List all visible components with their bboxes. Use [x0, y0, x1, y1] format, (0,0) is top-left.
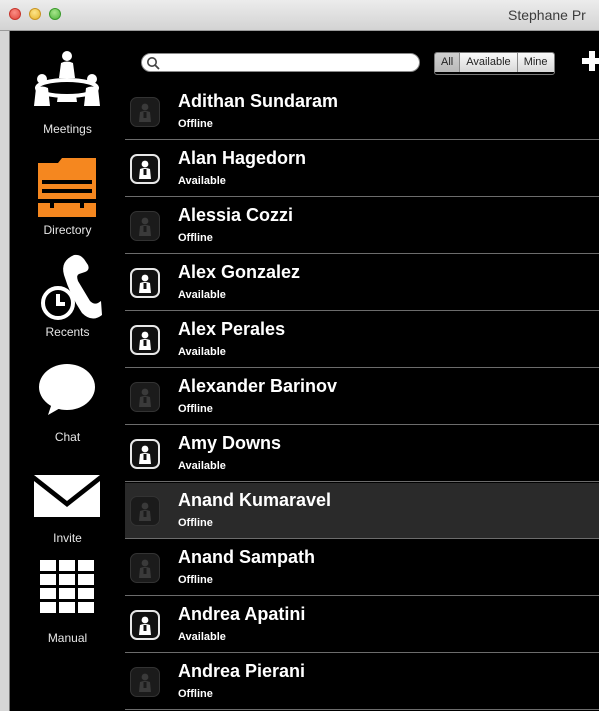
contact-status: Available [178, 289, 226, 301]
contact-avatar-icon [130, 97, 160, 127]
contact-avatar-icon [130, 268, 160, 298]
contact-row[interactable]: Andrea Pierani Offline [125, 654, 599, 710]
contact-status: Offline [178, 688, 213, 700]
contact-avatar-icon [130, 553, 160, 583]
directory-icon [32, 155, 102, 225]
sidebar: Meetings Directory Recents Chat Invite M… [10, 31, 125, 711]
contact-avatar-icon [130, 382, 160, 412]
filter-all-button[interactable]: All [435, 53, 461, 72]
filter-segmented-control: All Available Mine [434, 52, 555, 75]
contact-name: Alex Gonzalez [178, 262, 301, 282]
sidebar-item-recents[interactable]: Recents [10, 253, 125, 353]
contact-avatar-icon [130, 325, 160, 355]
contact-row[interactable]: Alex Gonzalez Available [125, 255, 599, 311]
plus-icon[interactable] [580, 49, 599, 73]
contact-status: Available [178, 460, 226, 472]
contact-name: Anand Kumaravel [178, 490, 332, 510]
contact-avatar-icon [130, 154, 160, 184]
sidebar-item-label: Invite [53, 531, 82, 545]
contact-name: Alan Hagedorn [178, 148, 307, 168]
contact-row[interactable]: Anand Sampath Offline [125, 540, 599, 596]
minimize-window-button[interactable] [29, 8, 41, 20]
contact-name: Alessia Cozzi [178, 205, 294, 225]
contact-status: Offline [178, 403, 213, 415]
contact-row[interactable]: Alexander Barinov Offline [125, 369, 599, 425]
contact-status: Available [178, 346, 226, 358]
contact-avatar-icon [130, 211, 160, 241]
search-input[interactable] [141, 53, 420, 72]
sidebar-item-label: Manual [47, 631, 88, 645]
sidebar-item-manual[interactable]: Manual [10, 557, 125, 657]
contact-status: Offline [178, 574, 213, 586]
contact-row[interactable]: Adithan Sundaram Offline [125, 84, 599, 140]
sidebar-item-label: Chat [54, 430, 81, 444]
contact-row[interactable]: Anand Kumaravel Offline [125, 483, 599, 539]
zoom-window-button[interactable] [49, 8, 61, 20]
sidebar-item-label: Meetings [43, 122, 92, 136]
contact-row[interactable]: Alan Hagedorn Available [125, 141, 599, 197]
contact-status: Offline [178, 517, 213, 529]
contact-avatar-icon [130, 496, 160, 526]
envelope-icon [32, 465, 102, 535]
contact-row[interactable]: Alex Perales Available [125, 312, 599, 368]
sidebar-item-label: Recents [45, 325, 90, 339]
close-window-button[interactable] [9, 8, 21, 20]
meetings-icon [32, 46, 102, 116]
filter-mine-button[interactable]: Mine [517, 53, 554, 72]
contact-name: Adithan Sundaram [178, 91, 339, 111]
contact-avatar-icon [130, 439, 160, 469]
contact-name: Alexander Barinov [178, 376, 338, 396]
recents-icon [32, 253, 102, 323]
title-bar: Stephane Pr [0, 0, 599, 31]
contact-row[interactable]: Amy Downs Available [125, 426, 599, 482]
chat-icon [32, 361, 102, 431]
contact-row[interactable]: Andrea Apatini Available [125, 597, 599, 653]
app-window: Stephane Pr Meetings Directory Recents C… [0, 0, 599, 711]
sidebar-item-chat[interactable]: Chat [10, 361, 125, 461]
search-icon [147, 57, 160, 70]
contact-name: Amy Downs [178, 433, 282, 453]
contact-status: Offline [178, 118, 213, 130]
contact-name: Alex Perales [178, 319, 286, 339]
contact-name: Anand Sampath [178, 547, 316, 567]
filter-available-button[interactable]: Available [460, 53, 518, 72]
contact-avatar-icon [130, 667, 160, 697]
keypad-icon [32, 557, 102, 627]
window-frame-edge [0, 31, 10, 711]
contact-name: Andrea Apatini [178, 604, 306, 624]
contact-status: Available [178, 631, 226, 643]
sidebar-item-directory[interactable]: Directory [10, 155, 125, 255]
sidebar-item-invite[interactable]: Invite [10, 465, 125, 565]
contact-avatar-icon [130, 610, 160, 640]
sidebar-item-label: Directory [43, 223, 92, 237]
contact-status: Offline [178, 232, 213, 244]
contact-status: Available [178, 175, 226, 187]
contact-row[interactable]: Alessia Cozzi Offline [125, 198, 599, 254]
window-title: Stephane Pr [508, 7, 586, 23]
contact-name: Andrea Pierani [178, 661, 306, 681]
sidebar-item-meetings[interactable]: Meetings [10, 46, 125, 146]
contact-list: Adithan Sundaram Offline Alan Hagedorn Avai… [125, 84, 599, 711]
